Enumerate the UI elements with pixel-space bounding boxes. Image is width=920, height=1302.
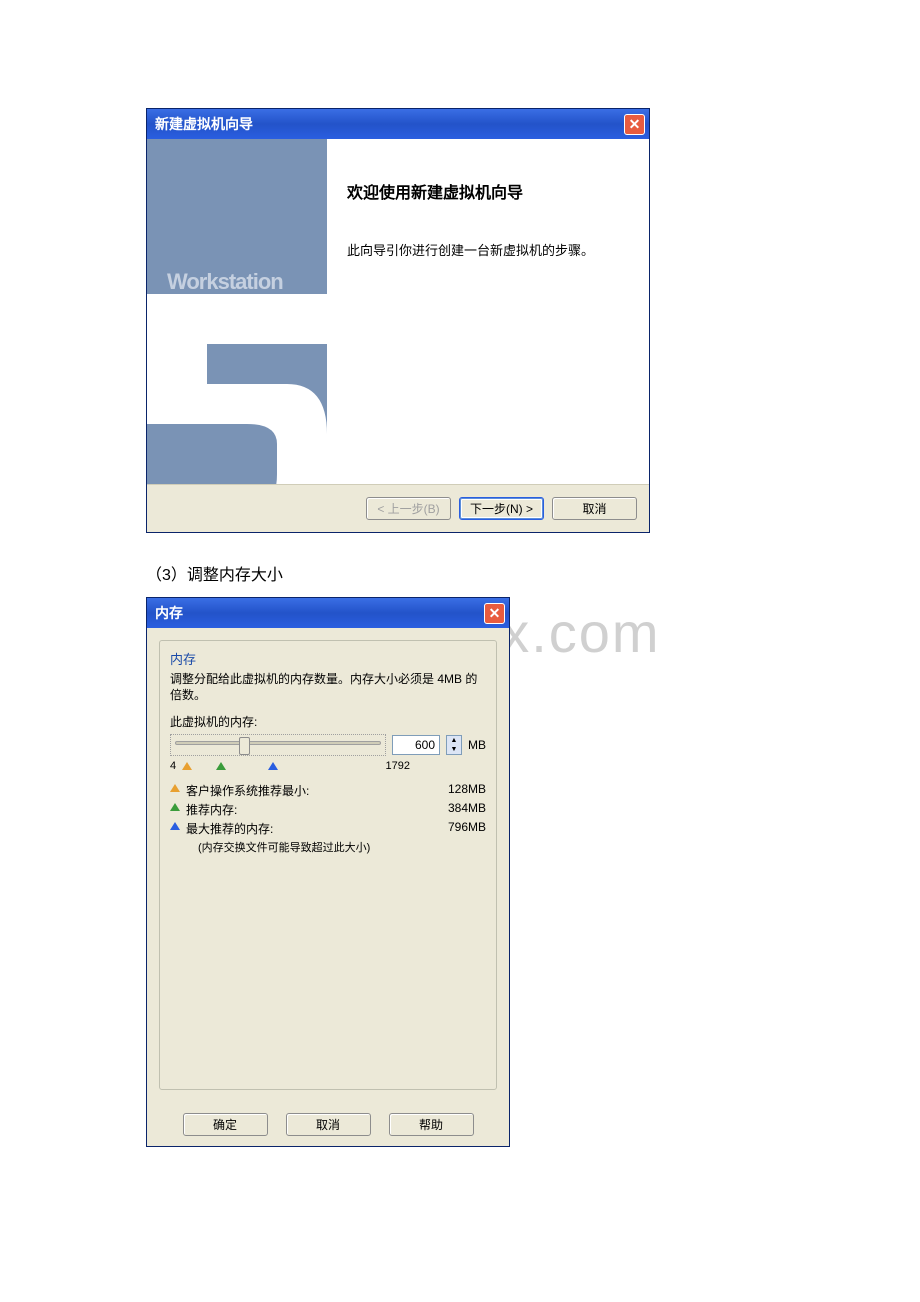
spinner-up-icon[interactable]: ▲ — [447, 736, 461, 745]
rec-max-label: 最大推荐的内存: — [186, 820, 426, 837]
rec-min-row: 客户操作系统推荐最小: 128MB — [170, 782, 486, 799]
fieldset-description: 调整分配给此虚拟机的内存数量。内存大小必须是 4MB 的倍数。 — [170, 672, 486, 703]
memory-footer: 确定 取消 帮助 — [147, 1102, 509, 1146]
memory-slider[interactable] — [170, 734, 386, 756]
vm-memory-label: 此虚拟机的内存: — [170, 713, 486, 730]
memory-spinner-arrows[interactable]: ▲ ▼ — [446, 735, 462, 755]
wizard-description: 此向导引你进行创建一台新虚拟机的步骤。 — [347, 243, 629, 260]
memory-body: 内存 调整分配给此虚拟机的内存数量。内存大小必须是 4MB 的倍数。 此虚拟机的… — [147, 628, 509, 1102]
wizard-body: Workstation 欢迎使用新建虚拟机向导 此向导引你进行创建一台新虚拟机的… — [147, 139, 649, 484]
rec-label: 推荐内存: — [186, 801, 426, 818]
wizard-sidebar: Workstation — [147, 139, 327, 484]
step-caption: （3）调整内存大小 — [146, 561, 283, 585]
triangle-orange-icon — [170, 784, 180, 792]
rec-row: 推荐内存: 384MB — [170, 801, 486, 818]
cancel-button[interactable]: 取消 — [552, 497, 637, 520]
rec-min-label: 客户操作系统推荐最小: — [186, 782, 426, 799]
wizard-titlebar: 新建虚拟机向导 ✕ — [147, 109, 649, 139]
rec-value: 384MB — [426, 801, 486, 815]
memory-value-input[interactable]: 600 — [392, 735, 440, 755]
rec-note: (内存交换文件可能导致超过此大小) — [198, 839, 486, 855]
memory-titlebar: 内存 ✕ — [147, 598, 509, 628]
marker-triangle-blue-icon — [268, 762, 278, 770]
memory-dialog: 内存 ✕ 内存 调整分配给此虚拟机的内存数量。内存大小必须是 4MB 的倍数。 … — [146, 597, 510, 1147]
rec-min-value: 128MB — [426, 782, 486, 796]
back-button: < 上一步(B) — [366, 497, 451, 520]
max-marker-value: 1792 — [386, 760, 410, 772]
slider-thumb[interactable] — [239, 737, 250, 755]
close-icon[interactable]: ✕ — [484, 603, 505, 624]
fieldset-title: 内存 — [170, 649, 486, 668]
min-marker-value: 4 — [170, 760, 176, 772]
memory-unit-label: MB — [468, 738, 486, 752]
wizard-footer: < 上一步(B) 下一步(N) > 取消 — [147, 484, 649, 532]
memory-title: 内存 — [155, 603, 183, 623]
cancel-button[interactable]: 取消 — [286, 1113, 371, 1136]
spinner-down-icon[interactable]: ▼ — [447, 745, 461, 754]
triangle-blue-icon — [170, 822, 180, 830]
next-button[interactable]: 下一步(N) > — [459, 497, 544, 520]
marker-triangle-green-icon — [216, 762, 226, 770]
workstation-five-graphic — [147, 264, 327, 484]
new-vm-wizard-window: 新建虚拟机向导 ✕ Workstation 欢迎使用新建虚拟机向导 此向导引你进… — [146, 108, 650, 533]
rec-max-value: 796MB — [426, 820, 486, 834]
wizard-content: 欢迎使用新建虚拟机向导 此向导引你进行创建一台新虚拟机的步骤。 — [327, 139, 649, 484]
memory-slider-row: 600 ▲ ▼ MB — [170, 734, 486, 756]
wizard-title: 新建虚拟机向导 — [155, 114, 253, 134]
slider-markers: 4 1792 — [170, 760, 486, 772]
rec-max-row: 最大推荐的内存: 796MB — [170, 820, 486, 837]
wizard-heading: 欢迎使用新建虚拟机向导 — [347, 179, 629, 203]
ok-button[interactable]: 确定 — [183, 1113, 268, 1136]
help-button[interactable]: 帮助 — [389, 1113, 474, 1136]
marker-triangle-orange-icon — [182, 762, 192, 770]
triangle-green-icon — [170, 803, 180, 811]
close-icon[interactable]: ✕ — [624, 114, 645, 135]
memory-fieldset: 内存 调整分配给此虚拟机的内存数量。内存大小必须是 4MB 的倍数。 此虚拟机的… — [159, 640, 497, 1090]
